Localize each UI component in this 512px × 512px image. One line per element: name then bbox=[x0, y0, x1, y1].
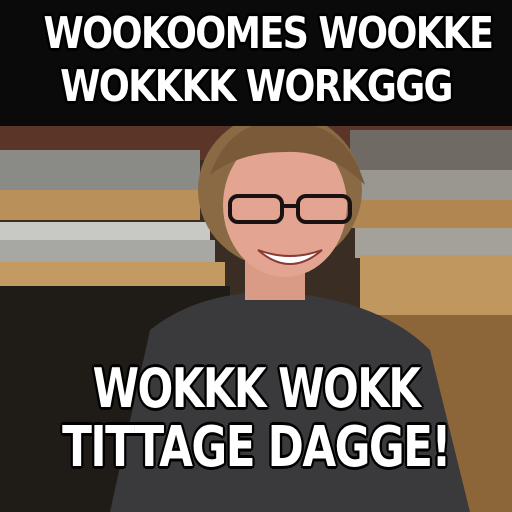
meme-image: WOOKOOMES WOOKKE WOKKKK WORKGGG WOKKK WO… bbox=[0, 0, 512, 512]
top-caption-line-2: WOKKKK WORKGGG bbox=[60, 61, 453, 112]
bottom-caption-line-2: TITTAGE DAGGE! bbox=[62, 415, 451, 480]
bottom-caption-line-1: WOKKK WOKK bbox=[92, 357, 421, 420]
top-caption-line-1: WOOKOOMES WOOKKE bbox=[43, 8, 494, 59]
